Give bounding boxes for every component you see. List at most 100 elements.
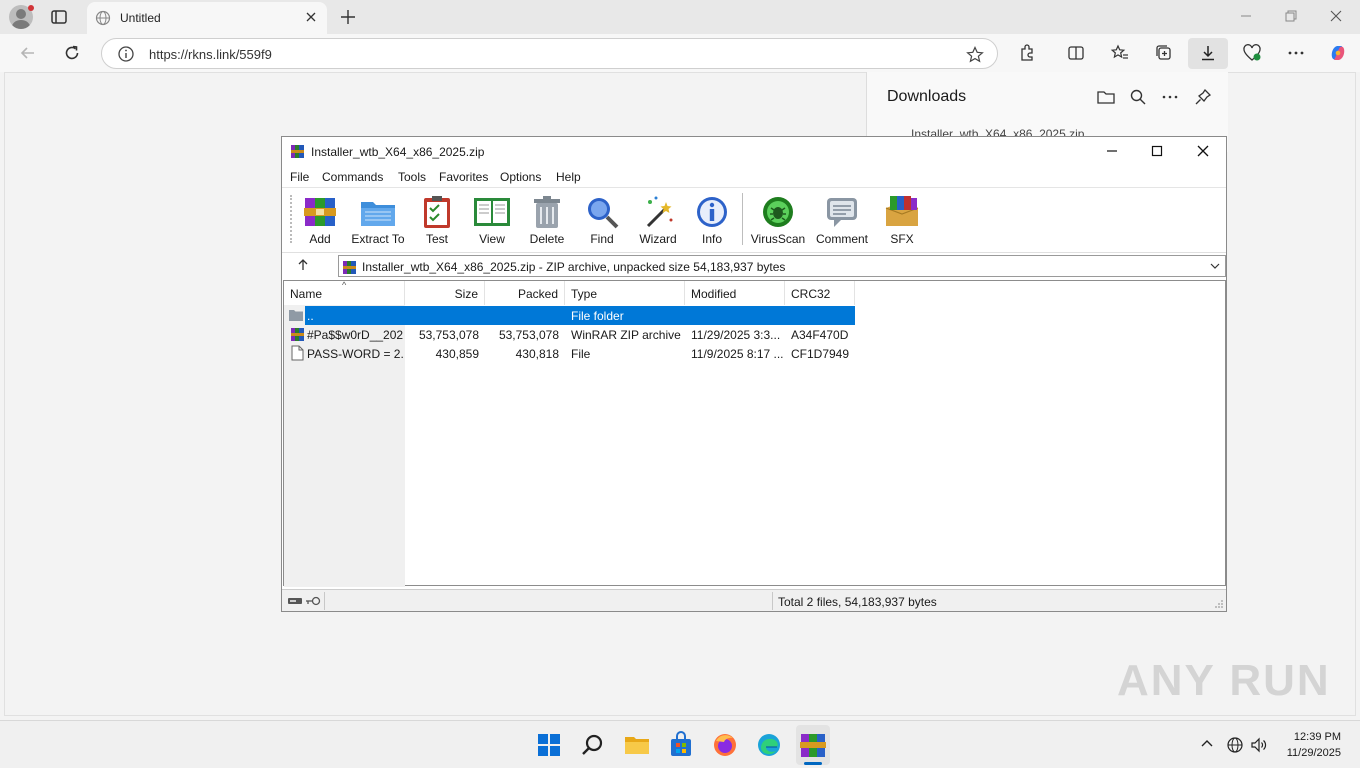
favorites-icon[interactable] [1110, 43, 1130, 63]
menu-help[interactable]: Help [556, 170, 581, 184]
copilot-icon[interactable] [1328, 43, 1348, 63]
winrar-toolbar: Add Extract To Test View Delete Find Wiz… [282, 187, 1226, 251]
virusscan-button[interactable]: VirusScan [748, 194, 808, 250]
restore-icon[interactable] [1283, 8, 1299, 24]
downloads-button[interactable] [1188, 38, 1228, 69]
pin-icon[interactable] [1193, 87, 1213, 107]
comment-button[interactable]: Comment [812, 194, 872, 250]
status-divider [772, 592, 773, 610]
edge-icon[interactable] [755, 731, 783, 759]
refresh-icon[interactable] [62, 43, 82, 63]
search-icon[interactable] [1128, 87, 1148, 107]
wizard-button[interactable]: Wizard [628, 194, 688, 250]
winrar-titlebar[interactable]: Installer_wtb_X64_x86_2025.zip [282, 137, 1226, 167]
file-row-parent[interactable]: .. File folder [284, 306, 855, 325]
test-clipboard-icon [424, 196, 450, 228]
drive-icon[interactable] [287, 595, 303, 607]
firefox-icon[interactable] [711, 731, 739, 759]
site-info-icon[interactable] [117, 45, 135, 63]
menu-file[interactable]: File [290, 170, 309, 184]
folder-icon [289, 310, 303, 321]
chevron-up-icon[interactable] [1199, 736, 1215, 752]
add-label: Add [309, 232, 331, 246]
extensions-icon[interactable] [1017, 43, 1037, 63]
winrar-maximize-icon[interactable] [1149, 143, 1165, 159]
path-dropdown[interactable]: Installer_wtb_X64_x86_2025.zip - ZIP arc… [338, 255, 1226, 277]
new-tab-icon[interactable] [338, 7, 358, 27]
path-bar: Installer_wtb_X64_x86_2025.zip - ZIP arc… [282, 252, 1226, 278]
file-explorer-icon[interactable] [623, 731, 651, 759]
more-icon[interactable] [1160, 87, 1180, 107]
tab-close-icon[interactable] [303, 9, 319, 25]
url-text[interactable]: https://rkns.link/559f9 [149, 47, 272, 62]
sfx-label: SFX [890, 232, 914, 246]
file-crc: CF1D7949 [791, 347, 850, 361]
column-modified[interactable]: Modified [685, 281, 785, 305]
start-icon[interactable] [535, 731, 563, 759]
test-button[interactable]: Test [407, 194, 467, 250]
up-folder-icon[interactable] [296, 258, 310, 272]
add-button[interactable]: Add [290, 194, 350, 250]
file-list: ^ Name Size Packed Type Modified CRC32 .… [283, 280, 1226, 587]
column-name[interactable]: ^ Name [284, 280, 405, 305]
extract-folder-icon [361, 202, 395, 226]
menu-options[interactable]: Options [500, 170, 541, 184]
address-bar[interactable]: https://rkns.link/559f9 [101, 38, 998, 69]
sfx-button[interactable]: SFX [872, 194, 932, 250]
column-crc32[interactable]: CRC32 [785, 281, 855, 305]
file-row[interactable]: PASS-WORD = 2... 430,859 430,818 File 11… [284, 344, 855, 363]
file-name: .. [307, 309, 314, 323]
minimize-icon[interactable] [1238, 8, 1254, 24]
menu-commands[interactable]: Commands [322, 170, 383, 184]
view-book-icon [474, 198, 510, 226]
menu-tools[interactable]: Tools [398, 170, 426, 184]
winrar-close-icon[interactable] [1195, 143, 1211, 159]
split-screen-icon[interactable] [1066, 43, 1086, 63]
view-label: View [479, 232, 505, 246]
wizard-wand-icon [646, 196, 673, 228]
sfx-archive-icon [885, 196, 919, 226]
browser-essentials-icon[interactable] [1242, 43, 1262, 63]
system-clock[interactable]: 12:39 PM 11/29/2025 [1287, 729, 1341, 761]
browser-tab[interactable]: Untitled [87, 2, 327, 34]
path-text: Installer_wtb_X64_x86_2025.zip - ZIP arc… [362, 260, 786, 274]
more-options-icon[interactable] [1286, 43, 1306, 63]
winrar-menubar: File Commands Tools Favorites Options He… [282, 167, 1226, 187]
column-size-label: Size [454, 287, 478, 301]
virusscan-label: VirusScan [750, 232, 806, 246]
volume-icon[interactable] [1250, 736, 1268, 754]
globe-icon [95, 10, 111, 26]
winrar-minimize-icon[interactable] [1104, 143, 1120, 159]
favorite-star-icon[interactable] [965, 45, 985, 65]
collections-icon[interactable] [1154, 43, 1174, 63]
info-icon [697, 197, 727, 227]
winrar-window-title: Installer_wtb_X64_x86_2025.zip [311, 145, 485, 159]
search-icon[interactable] [579, 731, 607, 759]
column-size[interactable]: Size [405, 281, 485, 305]
tab-actions-icon[interactable] [50, 8, 68, 26]
resize-grip-icon[interactable] [1214, 599, 1224, 609]
delete-button[interactable]: Delete [517, 194, 577, 250]
find-button[interactable]: Find [572, 194, 632, 250]
info-button[interactable]: Info [682, 194, 742, 250]
file-row[interactable]: #Pa$$w0rD__202... 53,753,078 53,753,078 … [284, 325, 855, 344]
column-packed[interactable]: Packed [485, 281, 565, 305]
status-divider [324, 592, 325, 610]
extract-to-button[interactable]: Extract To [348, 194, 408, 250]
notification-dot-icon [28, 5, 34, 11]
chevron-down-icon[interactable] [1208, 259, 1222, 273]
network-icon[interactable] [1226, 736, 1244, 754]
menu-favorites[interactable]: Favorites [439, 170, 488, 184]
file-icon [291, 345, 304, 361]
column-type-label: Type [571, 287, 598, 301]
winrar-taskbar-button[interactable] [796, 725, 830, 765]
close-window-icon[interactable] [1328, 8, 1344, 24]
file-size: 430,859 [435, 347, 479, 361]
back-icon[interactable] [18, 43, 38, 63]
file-modified: 11/29/2025 3:3... [691, 328, 781, 342]
view-button[interactable]: View [462, 194, 522, 250]
open-folder-icon[interactable] [1096, 87, 1116, 107]
column-type[interactable]: Type [565, 281, 685, 305]
microsoft-store-icon[interactable] [667, 731, 695, 759]
key-icon[interactable] [305, 595, 321, 607]
